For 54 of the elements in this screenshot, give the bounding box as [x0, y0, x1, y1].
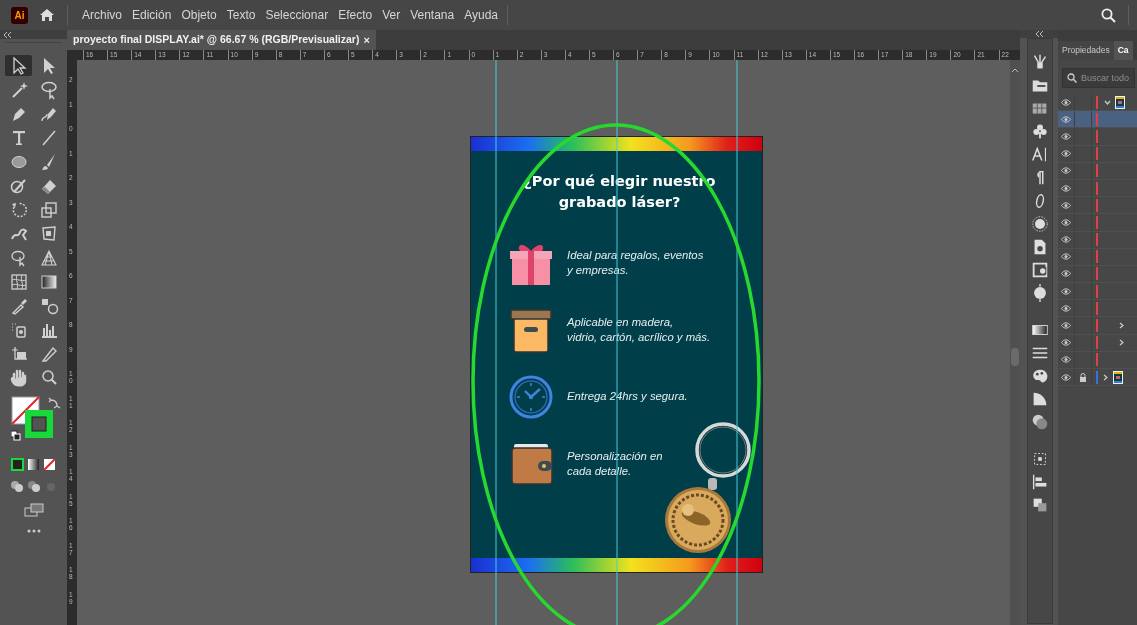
eye-icon[interactable]	[1061, 218, 1071, 226]
menu-item[interactable]: Efecto	[333, 6, 378, 24]
eye-icon[interactable]	[1061, 322, 1071, 330]
screen-mode-icon[interactable]	[23, 503, 44, 517]
menu-item[interactable]: Archivo	[77, 6, 127, 24]
menu-item[interactable]: Ventana	[405, 6, 460, 24]
menu-item[interactable]: Ver	[377, 6, 406, 24]
app-logo: Ai	[11, 6, 28, 24]
menu-item[interactable]: Edición	[127, 6, 177, 24]
chevron-down-icon[interactable]	[1104, 98, 1111, 106]
feature-text: Ideal para regalos, eventos y empresas.	[567, 247, 704, 278]
chevron-right-icon[interactable]	[1102, 373, 1109, 381]
search-icon[interactable]	[1101, 7, 1116, 23]
chevron-right-icon[interactable]	[1118, 322, 1125, 330]
collapse-icon[interactable]	[3, 30, 12, 39]
menu-item[interactable]: Texto	[221, 6, 261, 24]
chevron-right-icon[interactable]	[1118, 339, 1125, 347]
eye-icon[interactable]	[1061, 304, 1071, 312]
home-icon[interactable]	[39, 8, 55, 22]
color-mode-icon[interactable]	[11, 458, 24, 471]
menu-item[interactable]: Ayuda	[459, 6, 504, 24]
menu-item[interactable]: Seleccionar	[260, 6, 334, 24]
eye-icon[interactable]	[1061, 167, 1071, 175]
eye-icon[interactable]	[1061, 150, 1071, 158]
feature-text: Entrega 24hrs y segura.	[567, 389, 688, 404]
eye-icon[interactable]	[1061, 339, 1071, 347]
menu-item[interactable]: Objeto	[176, 6, 222, 24]
collapse-icon[interactable]	[1034, 30, 1044, 38]
feature-text: Personalización en cada detalle.	[567, 448, 663, 479]
eye-icon[interactable]	[1061, 253, 1071, 261]
sun-icon[interactable]	[1030, 213, 1050, 234]
eye-icon[interactable]	[1061, 236, 1071, 244]
eye-icon[interactable]	[1061, 373, 1071, 381]
draw-behind-icon[interactable]	[26, 480, 41, 493]
eye-icon[interactable]	[1061, 184, 1071, 192]
feature-text: Aplicable en madera, vidrio, cartón, acrílico y más.	[567, 314, 711, 345]
eye-icon[interactable]	[1061, 201, 1071, 209]
none-mode-icon[interactable]	[43, 458, 56, 471]
draw-normal-icon[interactable]	[9, 480, 24, 493]
close-button[interactable]: ×	[363, 31, 370, 49]
scrollbar-thumb[interactable]	[1011, 348, 1019, 366]
eye-icon[interactable]	[1061, 270, 1071, 278]
document-tab[interactable]: proyecto final DISPLAY.ai* @ 66.67 % (RGB/Previsualizar) ×	[67, 30, 376, 50]
search-field[interactable]: Buscar todo	[1062, 68, 1135, 88]
eye-icon[interactable]	[1061, 115, 1071, 123]
lock-icon[interactable]	[1079, 372, 1087, 382]
eye-icon[interactable]	[1061, 98, 1071, 106]
gradient-mode-icon[interactable]	[27, 458, 40, 471]
eye-icon[interactable]	[1061, 132, 1071, 140]
panel-tab[interactable]: Propiedades	[1058, 41, 1114, 60]
eye-icon[interactable]	[1061, 287, 1071, 295]
eye-icon[interactable]	[1061, 356, 1071, 364]
more-icon[interactable]	[26, 529, 41, 533]
layer-row[interactable]	[1058, 369, 1137, 387]
